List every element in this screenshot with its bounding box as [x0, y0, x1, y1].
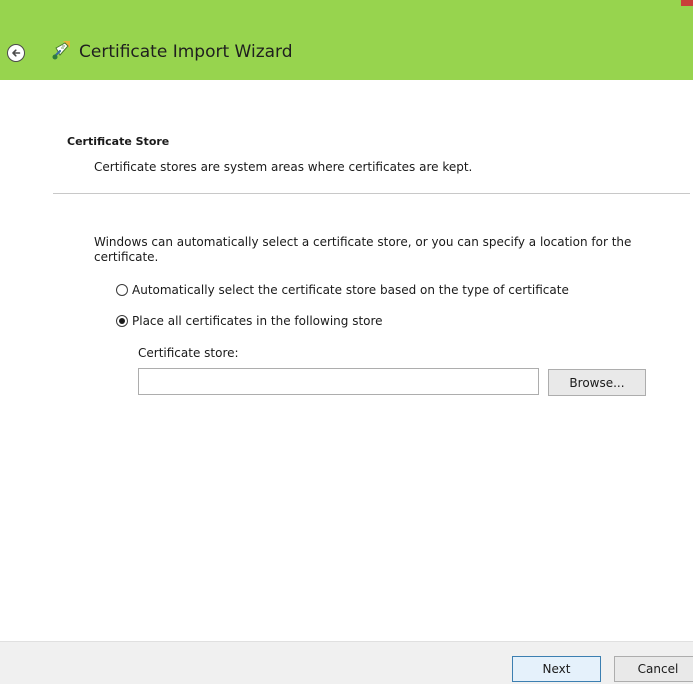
section-heading: Certificate Store: [67, 135, 170, 148]
place-in-store-option[interactable]: Place all certificates in the following …: [116, 314, 383, 328]
cancel-button[interactable]: Cancel: [614, 656, 693, 682]
auto-select-radio[interactable]: [116, 284, 128, 296]
next-button[interactable]: Next: [512, 656, 601, 682]
section-description: Certificate stores are system areas wher…: [94, 160, 473, 174]
certificate-store-label: Certificate store:: [138, 346, 239, 360]
auto-select-store-option[interactable]: Automatically select the certificate sto…: [116, 283, 569, 297]
back-arrow-icon: [12, 49, 21, 57]
certificate-store-input[interactable]: [138, 368, 539, 395]
window-title: Certificate Import Wizard: [79, 42, 293, 62]
auto-select-label: Automatically select the certificate sto…: [132, 283, 569, 297]
close-button[interactable]: [681, 0, 693, 6]
place-in-store-label: Place all certificates in the following …: [132, 314, 383, 328]
certificate-wizard-icon: [52, 41, 70, 60]
browse-button[interactable]: Browse...: [548, 369, 646, 396]
intro-text: Windows can automatically select a certi…: [94, 235, 632, 264]
back-button[interactable]: [7, 44, 25, 62]
header-divider: [53, 193, 690, 194]
place-in-store-radio[interactable]: [116, 315, 128, 327]
title-bar: Certificate Import Wizard: [0, 0, 693, 80]
